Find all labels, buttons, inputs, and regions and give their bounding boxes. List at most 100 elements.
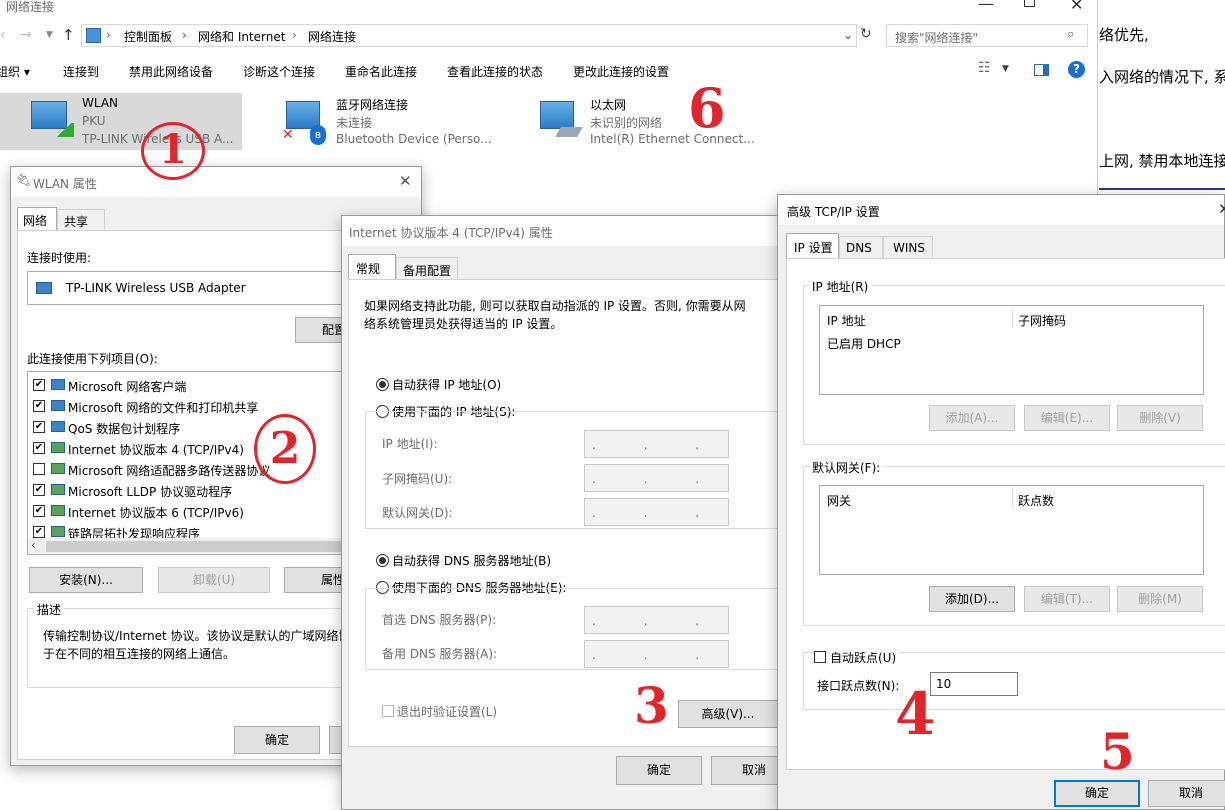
ip-address-field[interactable]: . . . (584, 430, 729, 458)
share-icon (51, 400, 65, 411)
ok-button[interactable]: 确定 (1054, 780, 1140, 807)
address-bar[interactable]: › 控制面板 › 网络和 Internet › 网络连接 ⌄ (81, 24, 857, 47)
connection-wlan[interactable]: WLAN PKU TP-LINK Wireless USB A... (0, 93, 242, 150)
item-checkbox[interactable]: ✔ (33, 484, 45, 496)
toolbar-diagnose[interactable]: 诊断这个连接 (243, 63, 315, 80)
help-icon[interactable]: ? (1068, 61, 1085, 78)
remove-gateway-button[interactable]: 删除(M) (1117, 586, 1203, 612)
gateway-field[interactable]: . . . (584, 498, 729, 526)
remove-ip-button[interactable]: 删除(V) (1117, 405, 1203, 431)
close-icon[interactable]: ✕ (399, 172, 412, 190)
annotation-3: 3 (634, 676, 669, 735)
breadcrumb-item[interactable]: 网络连接 (308, 28, 356, 45)
annotation-2: 2 (254, 414, 316, 484)
item-checkbox[interactable]: ✔ (33, 400, 45, 412)
uninstall-button[interactable]: 卸载(U) (158, 567, 270, 593)
toolbar-disable[interactable]: 禁用此网络设备 (129, 63, 213, 80)
connection-ethernet[interactable]: 以太网 未识别的网络 Intel(R) Ethernet Connect... (536, 93, 766, 150)
ipv4-properties-dialog: Internet 协议版本 4 (TCP/IPv4) 属性 常规 备用配置 如果… (341, 215, 797, 810)
toolbar-organize[interactable]: 组织 ▾ (0, 63, 30, 80)
toolbar-rename[interactable]: 重命名此连接 (345, 63, 417, 80)
gateway-list[interactable]: 网关 跃点数 (819, 485, 1204, 575)
forward-arrow-icon[interactable]: → (20, 27, 32, 43)
tab-ip-settings[interactable]: IP 设置 (786, 233, 839, 259)
item-checkbox[interactable] (33, 463, 45, 475)
bluetooth-icon: ʙ (310, 125, 326, 145)
tab-sharing[interactable]: 共享 (57, 209, 105, 231)
annotation-6: 6 (688, 76, 726, 140)
auto-ip-radio[interactable] (376, 378, 389, 391)
breadcrumb-item[interactable]: 控制面板 (124, 28, 172, 45)
install-button[interactable]: 安装(N)... (29, 567, 143, 593)
edit-ip-button[interactable]: 编辑(E)... (1024, 405, 1110, 431)
toolbar-view-status[interactable]: 查看此连接的状态 (447, 63, 543, 80)
toolbar-connect[interactable]: 连接到 (63, 63, 99, 80)
add-ip-button[interactable]: 添加(A)... (929, 405, 1015, 431)
edit-gateway-button[interactable]: 编辑(T)... (1024, 586, 1110, 612)
item-label: Microsoft LLDP 协议驱动程序 (68, 485, 233, 499)
cancel-button[interactable]: 取消 (1148, 780, 1225, 807)
scroll-left-icon[interactable]: ‹ (31, 538, 36, 552)
adapter-icon (36, 282, 52, 294)
protocol-icon (51, 505, 65, 516)
preferred-dns-field[interactable]: . . . (584, 606, 729, 634)
toolbar-change-settings[interactable]: 更改此连接的设置 (573, 63, 669, 80)
item-checkbox[interactable]: ✔ (33, 421, 45, 433)
item-checkbox[interactable]: ✔ (33, 526, 45, 538)
connection-bluetooth[interactable]: ✕ ʙ 蓝牙网络连接 未连接 Bluetooth Device (Perso..… (282, 93, 502, 150)
subnet-mask-field[interactable]: . . . (584, 464, 729, 492)
back-arrow-icon[interactable]: ‹ (0, 27, 6, 43)
item-label: Microsoft 网络适配器多路传送器协议 (68, 464, 271, 478)
item-label: Microsoft 网络的文件和打印机共享 (68, 401, 259, 415)
signal-bars-icon (54, 123, 74, 137)
add-gateway-button[interactable]: 添加(D)... (929, 586, 1015, 612)
advanced-button[interactable]: 高级(V)... (678, 700, 778, 728)
ok-button[interactable]: 确定 (234, 726, 320, 754)
cable-icon (555, 127, 583, 137)
close-icon[interactable]: ✕ (1070, 0, 1083, 14)
client-icon (51, 379, 65, 390)
view-options-icon[interactable]: ☷ (978, 60, 991, 76)
protocol-icon (51, 526, 65, 537)
tab-wins[interactable]: WINS (883, 236, 933, 259)
preview-pane-icon[interactable] (1034, 64, 1049, 76)
protocol-icon (51, 442, 65, 453)
wlan-icon: 🔌︎ (16, 173, 32, 187)
protocol-icon (51, 484, 65, 495)
close-icon[interactable]: ✕ (1218, 200, 1225, 218)
protocol-icon (51, 463, 65, 474)
item-label: QoS 数据包计划程序 (68, 422, 181, 436)
item-checkbox[interactable]: ✔ (33, 505, 45, 517)
item-checkbox[interactable]: ✔ (33, 442, 45, 454)
validate-checkbox[interactable] (382, 705, 394, 717)
chevron-down-icon[interactable]: ⌄ (843, 28, 853, 42)
interface-metric-input[interactable]: 10 (930, 672, 1018, 696)
minimize-icon[interactable]: — (978, 0, 994, 13)
maximize-icon[interactable] (1024, 0, 1035, 7)
list-item: 已启用 DHCP (827, 337, 901, 351)
item-checkbox[interactable]: ✔ (33, 379, 45, 391)
ok-button[interactable]: 确定 (616, 756, 702, 785)
item-label: Microsoft 网络客户端 (68, 380, 187, 394)
chevron-down-icon[interactable]: ▼ (1002, 64, 1009, 74)
auto-metric-checkbox[interactable] (814, 651, 826, 663)
tab-general[interactable]: 常规 (348, 254, 396, 280)
alternate-dns-field[interactable]: . . . (584, 640, 729, 668)
tab-network[interactable]: 网络 (17, 207, 57, 231)
annotation-1: 1 (141, 122, 205, 180)
ip-address-list[interactable]: IP 地址 子网掩码 已启用 DHCP (819, 305, 1204, 395)
tab-alternate[interactable]: 备用配置 (396, 257, 458, 280)
auto-dns-radio[interactable] (376, 554, 389, 567)
disconnected-x-icon: ✕ (282, 127, 294, 143)
tab-dns[interactable]: DNS (839, 236, 883, 259)
item-label: Internet 协议版本 4 (TCP/IPv4) (68, 443, 244, 457)
advanced-tcpip-dialog: 高级 TCP/IP 设置 ✕ IP 设置 DNS WINS IP 地址(R) I… (777, 194, 1225, 810)
up-arrow-icon[interactable]: ↑ (62, 26, 75, 44)
breadcrumb-item[interactable]: 网络和 Internet (198, 28, 285, 45)
annotation-5: 5 (1100, 722, 1135, 781)
dropdown-arrow-icon[interactable]: ▼ (46, 30, 53, 40)
search-input[interactable]: 搜索"网络连接" ⌕ (886, 24, 1088, 47)
refresh-icon[interactable]: ↻ (860, 26, 872, 42)
item-label: Internet 协议版本 6 (TCP/IPv6) (68, 506, 244, 520)
qos-icon (51, 421, 65, 432)
